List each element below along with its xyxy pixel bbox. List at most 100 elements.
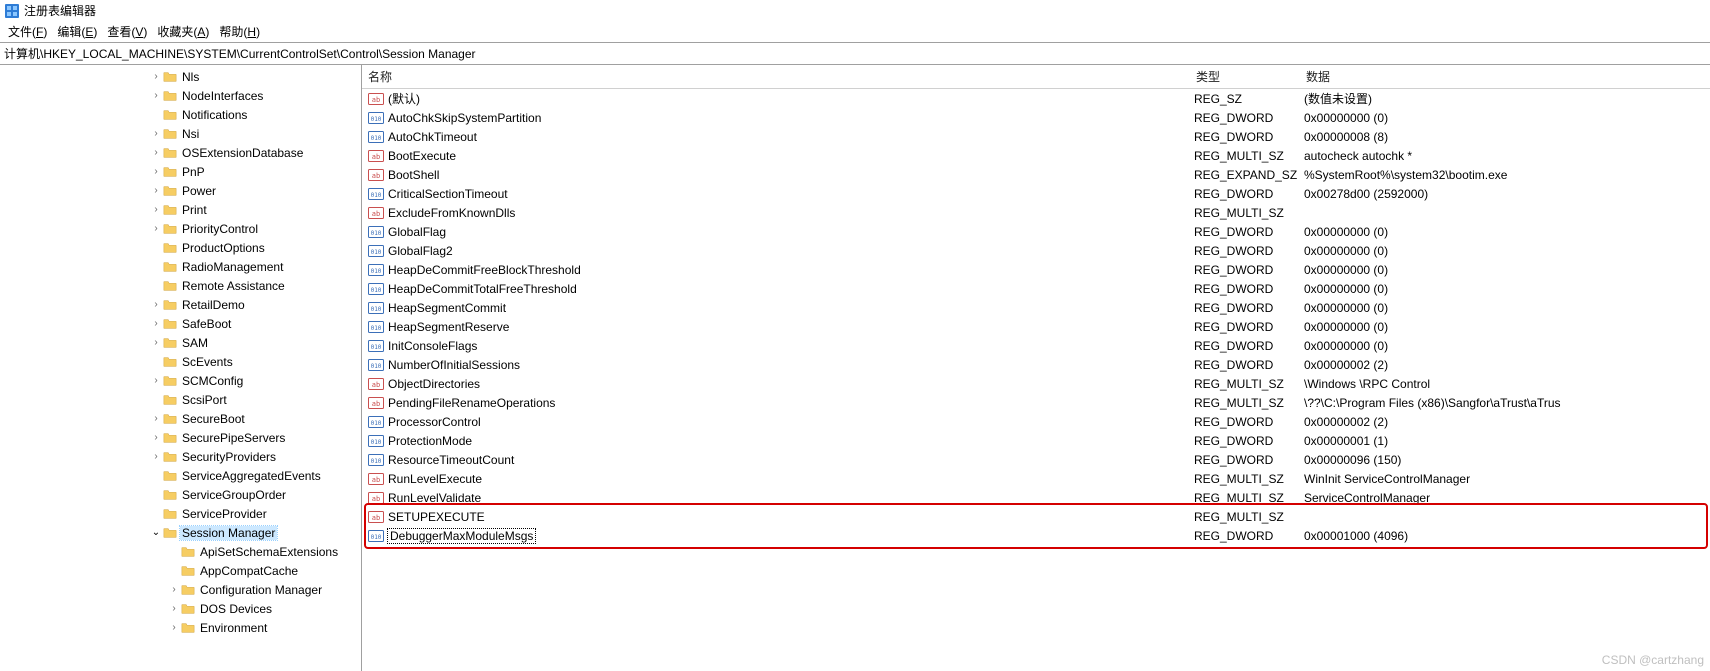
list-row[interactable]: HeapSegmentCommitREG_DWORD0x00000000 (0) bbox=[362, 298, 1710, 317]
list-pane[interactable]: 名称 类型 数据 (默认)REG_SZ(数值未设置)AutoChkSkipSys… bbox=[362, 65, 1710, 671]
folder-icon bbox=[162, 259, 178, 275]
list-row[interactable]: HeapDeCommitTotalFreeThresholdREG_DWORD0… bbox=[362, 279, 1710, 298]
list-row[interactable]: GlobalFlagREG_DWORD0x00000000 (0) bbox=[362, 222, 1710, 241]
list-row[interactable]: PendingFileRenameOperationsREG_MULTI_SZ\… bbox=[362, 393, 1710, 412]
list-row[interactable]: BootExecuteREG_MULTI_SZautocheck autochk… bbox=[362, 146, 1710, 165]
list-row[interactable]: SETUPEXECUTEREG_MULTI_SZ bbox=[362, 507, 1710, 526]
menu-item[interactable]: 编辑(E) bbox=[53, 22, 101, 41]
tree-item[interactable]: ›Print bbox=[0, 200, 361, 219]
dword-value-icon bbox=[368, 357, 384, 373]
list-row[interactable]: GlobalFlag2REG_DWORD0x00000000 (0) bbox=[362, 241, 1710, 260]
tree-item[interactable]: AppCompatCache bbox=[0, 561, 361, 580]
tree-label: Environment bbox=[198, 621, 269, 635]
tree-item[interactable]: ›Configuration Manager bbox=[0, 580, 361, 599]
list-row[interactable]: InitConsoleFlagsREG_DWORD0x00000000 (0) bbox=[362, 336, 1710, 355]
tree-item[interactable]: ›SAM bbox=[0, 333, 361, 352]
chevron-down-icon[interactable]: ⌄ bbox=[150, 527, 162, 538]
chevron-right-icon[interactable]: › bbox=[150, 299, 162, 310]
chevron-right-icon[interactable]: › bbox=[150, 413, 162, 424]
value-data: 0x00000096 (150) bbox=[1304, 453, 1710, 467]
list-row[interactable]: (默认)REG_SZ(数值未设置) bbox=[362, 89, 1710, 108]
tree-item[interactable]: ›SecurePipeServers bbox=[0, 428, 361, 447]
tree-item[interactable]: ›OSExtensionDatabase bbox=[0, 143, 361, 162]
tree-item[interactable]: ServiceProvider bbox=[0, 504, 361, 523]
tree-item[interactable]: ServiceAggregatedEvents bbox=[0, 466, 361, 485]
tree-item[interactable]: ›Nsi bbox=[0, 124, 361, 143]
tree-item[interactable]: Notifications bbox=[0, 105, 361, 124]
chevron-right-icon[interactable]: › bbox=[150, 204, 162, 215]
tree-item[interactable]: ›PnP bbox=[0, 162, 361, 181]
value-type: REG_DWORD bbox=[1194, 130, 1304, 144]
tree-item[interactable]: ServiceGroupOrder bbox=[0, 485, 361, 504]
string-value-icon bbox=[368, 395, 384, 411]
tree-item[interactable]: RadioManagement bbox=[0, 257, 361, 276]
folder-icon bbox=[162, 354, 178, 370]
tree-item[interactable]: ›SecureBoot bbox=[0, 409, 361, 428]
tree-item[interactable]: ⌄Session Manager bbox=[0, 523, 361, 542]
tree-item[interactable]: ›Nls bbox=[0, 67, 361, 86]
list-row[interactable]: RunLevelValidateREG_MULTI_SZServiceContr… bbox=[362, 488, 1710, 507]
chevron-right-icon[interactable]: › bbox=[150, 166, 162, 177]
addressbar[interactable]: 计算机\HKEY_LOCAL_MACHINE\SYSTEM\CurrentCon… bbox=[0, 42, 1710, 65]
chevron-right-icon[interactable]: › bbox=[150, 128, 162, 139]
list-row[interactable]: ExcludeFromKnownDllsREG_MULTI_SZ bbox=[362, 203, 1710, 222]
menu-item[interactable]: 收藏夹(A) bbox=[153, 22, 213, 41]
menu-item[interactable]: 查看(V) bbox=[103, 22, 151, 41]
tree-item[interactable]: ›DOS Devices bbox=[0, 599, 361, 618]
menu-item[interactable]: 文件(F) bbox=[4, 22, 51, 41]
tree-item[interactable]: ›SCMConfig bbox=[0, 371, 361, 390]
value-name: CriticalSectionTimeout bbox=[388, 187, 508, 201]
tree-item[interactable]: ›PriorityControl bbox=[0, 219, 361, 238]
value-name: AutoChkSkipSystemPartition bbox=[388, 111, 541, 125]
tree-item[interactable]: ›RetailDemo bbox=[0, 295, 361, 314]
string-value-icon bbox=[368, 205, 384, 221]
tree-item[interactable]: ScEvents bbox=[0, 352, 361, 371]
menu-item[interactable]: 帮助(H) bbox=[215, 22, 264, 41]
address-text: 计算机\HKEY_LOCAL_MACHINE\SYSTEM\CurrentCon… bbox=[4, 47, 476, 61]
tree-item[interactable]: ›SafeBoot bbox=[0, 314, 361, 333]
col-type[interactable]: 类型 bbox=[1190, 65, 1300, 88]
tree-item[interactable]: ApiSetSchemaExtensions bbox=[0, 542, 361, 561]
tree-label: ProductOptions bbox=[180, 241, 267, 255]
tree-item[interactable]: Remote Assistance bbox=[0, 276, 361, 295]
list-row[interactable]: NumberOfInitialSessionsREG_DWORD0x000000… bbox=[362, 355, 1710, 374]
titlebar: 注册表编辑器 bbox=[0, 0, 1710, 21]
tree-item[interactable]: ProductOptions bbox=[0, 238, 361, 257]
list-row[interactable]: DebuggerMaxModuleMsgsREG_DWORD0x00001000… bbox=[362, 526, 1710, 545]
value-name: HeapSegmentReserve bbox=[388, 320, 509, 334]
tree-item[interactable]: ›SecurityProviders bbox=[0, 447, 361, 466]
chevron-right-icon[interactable]: › bbox=[150, 375, 162, 386]
chevron-right-icon[interactable]: › bbox=[168, 622, 180, 633]
col-name[interactable]: 名称 bbox=[362, 65, 1190, 88]
chevron-right-icon[interactable]: › bbox=[168, 603, 180, 614]
list-row[interactable]: CriticalSectionTimeoutREG_DWORD0x00278d0… bbox=[362, 184, 1710, 203]
chevron-right-icon[interactable]: › bbox=[150, 185, 162, 196]
list-row[interactable]: HeapDeCommitFreeBlockThresholdREG_DWORD0… bbox=[362, 260, 1710, 279]
value-name: HeapDeCommitFreeBlockThreshold bbox=[388, 263, 581, 277]
chevron-right-icon[interactable]: › bbox=[150, 318, 162, 329]
tree-item[interactable]: ›Power bbox=[0, 181, 361, 200]
chevron-right-icon[interactable]: › bbox=[150, 223, 162, 234]
col-data[interactable]: 数据 bbox=[1300, 65, 1710, 88]
chevron-right-icon[interactable]: › bbox=[150, 432, 162, 443]
list-row[interactable]: BootShellREG_EXPAND_SZ%SystemRoot%\syste… bbox=[362, 165, 1710, 184]
list-row[interactable]: AutoChkSkipSystemPartitionREG_DWORD0x000… bbox=[362, 108, 1710, 127]
list-row[interactable]: ProcessorControlREG_DWORD0x00000002 (2) bbox=[362, 412, 1710, 431]
list-row[interactable]: ResourceTimeoutCountREG_DWORD0x00000096 … bbox=[362, 450, 1710, 469]
tree-item[interactable]: ›NodeInterfaces bbox=[0, 86, 361, 105]
watermark: CSDN @cartzhang bbox=[1602, 653, 1704, 667]
chevron-right-icon[interactable]: › bbox=[150, 90, 162, 101]
list-row[interactable]: HeapSegmentReserveREG_DWORD0x00000000 (0… bbox=[362, 317, 1710, 336]
list-row[interactable]: AutoChkTimeoutREG_DWORD0x00000008 (8) bbox=[362, 127, 1710, 146]
list-row[interactable]: ProtectionModeREG_DWORD0x00000001 (1) bbox=[362, 431, 1710, 450]
list-row[interactable]: ObjectDirectoriesREG_MULTI_SZ\Windows \R… bbox=[362, 374, 1710, 393]
tree-item[interactable]: ScsiPort bbox=[0, 390, 361, 409]
tree-pane[interactable]: ›Nls›NodeInterfacesNotifications›Nsi›OSE… bbox=[0, 65, 362, 671]
tree-item[interactable]: › Environment bbox=[0, 618, 361, 637]
list-row[interactable]: RunLevelExecuteREG_MULTI_SZWinInit Servi… bbox=[362, 469, 1710, 488]
chevron-right-icon[interactable]: › bbox=[150, 147, 162, 158]
chevron-right-icon[interactable]: › bbox=[150, 337, 162, 348]
chevron-right-icon[interactable]: › bbox=[168, 584, 180, 595]
chevron-right-icon[interactable]: › bbox=[150, 451, 162, 462]
chevron-right-icon[interactable]: › bbox=[150, 71, 162, 82]
